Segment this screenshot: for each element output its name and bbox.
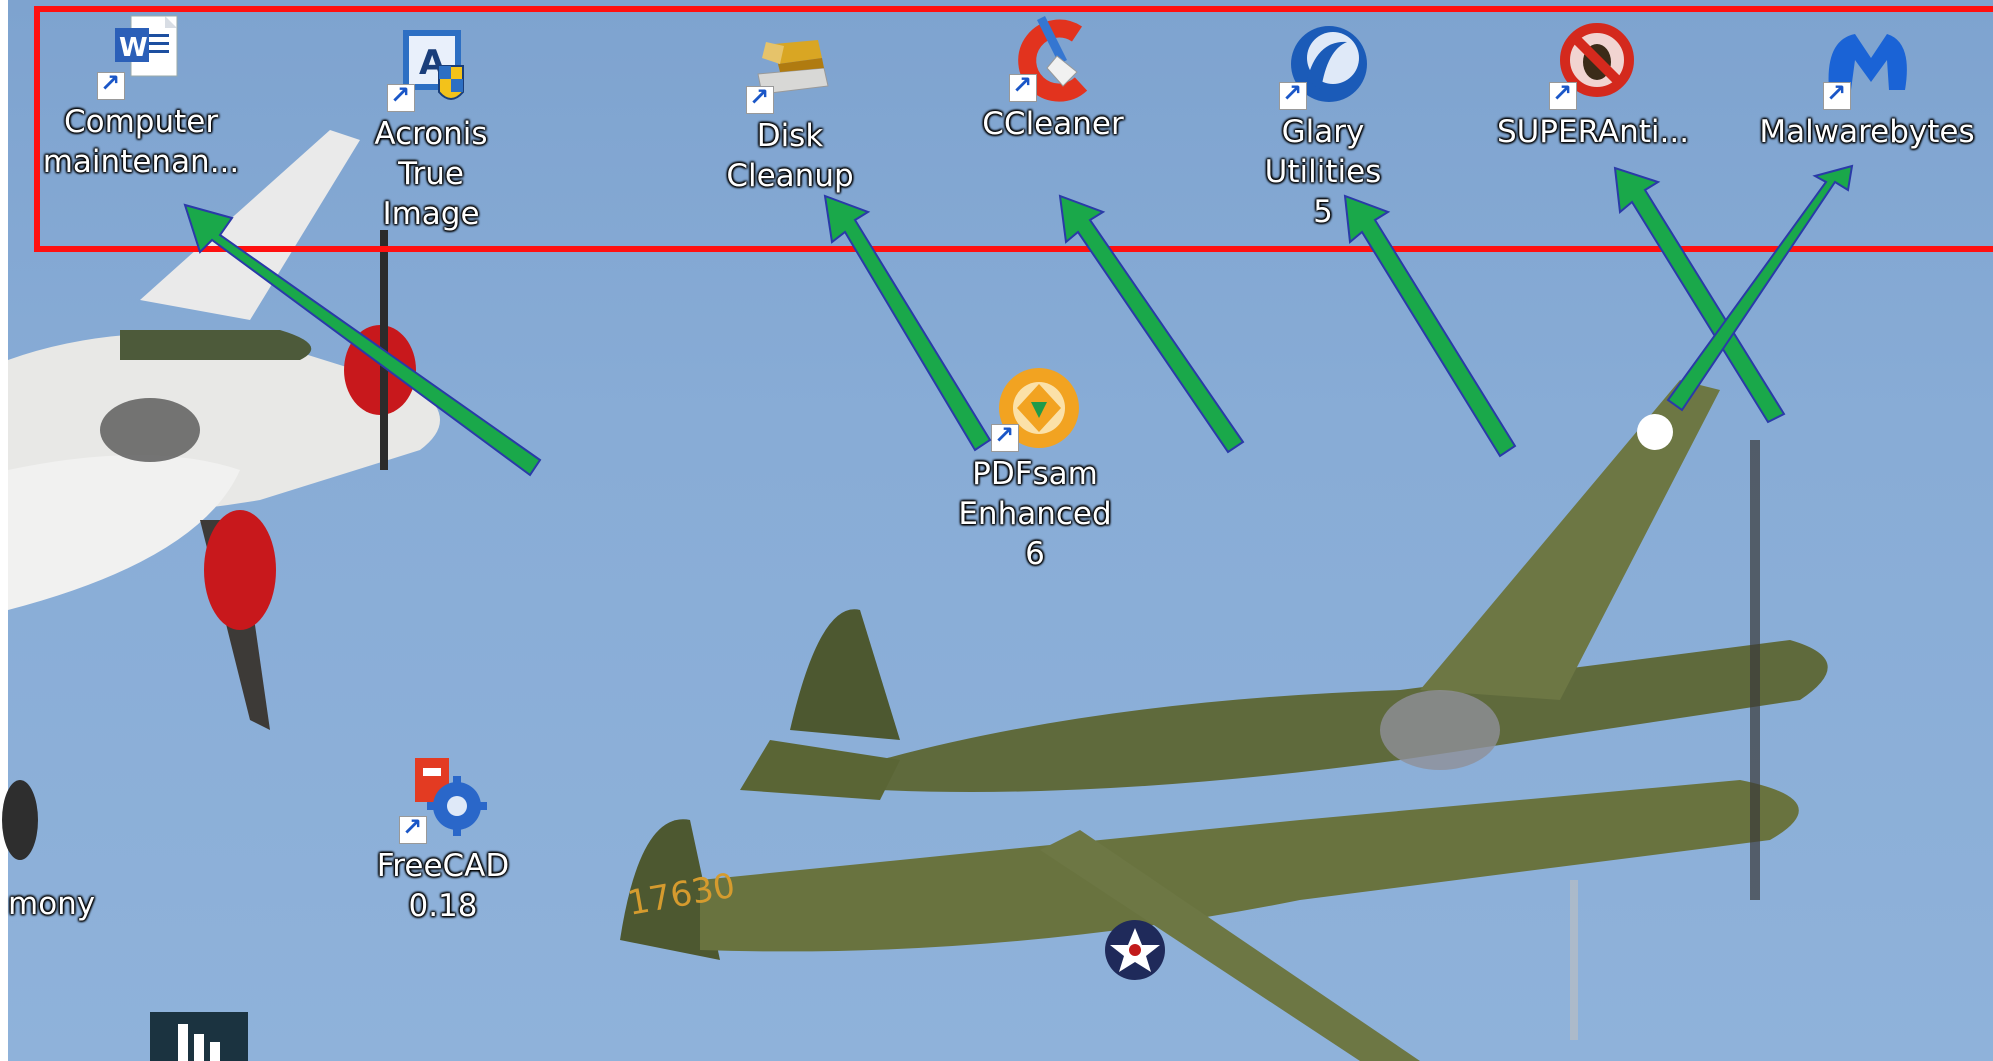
desktop-icon-pdfsam[interactable]: PDFsam Enhanced 6 bbox=[950, 362, 1120, 574]
icon-label-partial: mony bbox=[8, 886, 96, 922]
partial-app-glyph-icon bbox=[178, 1024, 220, 1061]
main-plane-illustration: 17630 bbox=[620, 380, 1828, 1061]
icon-label: FreeCAD 0.18 bbox=[376, 848, 510, 924]
partial-app-icon[interactable] bbox=[150, 1012, 248, 1061]
highlight-box bbox=[34, 6, 1993, 252]
desktop: 17630 W Computer maintenan... A bbox=[0, 0, 1993, 1061]
desktop-icon-freecad[interactable]: FreeCAD 0.18 bbox=[358, 754, 528, 926]
shortcut-arrow-icon bbox=[991, 421, 1019, 452]
pdfsam-icon bbox=[989, 362, 1081, 454]
desktop-icon-partial[interactable]: mony bbox=[8, 884, 95, 924]
icon-label: PDFsam Enhanced 6 bbox=[958, 456, 1112, 572]
freecad-icon bbox=[397, 754, 489, 846]
shortcut-arrow-icon bbox=[399, 813, 427, 844]
